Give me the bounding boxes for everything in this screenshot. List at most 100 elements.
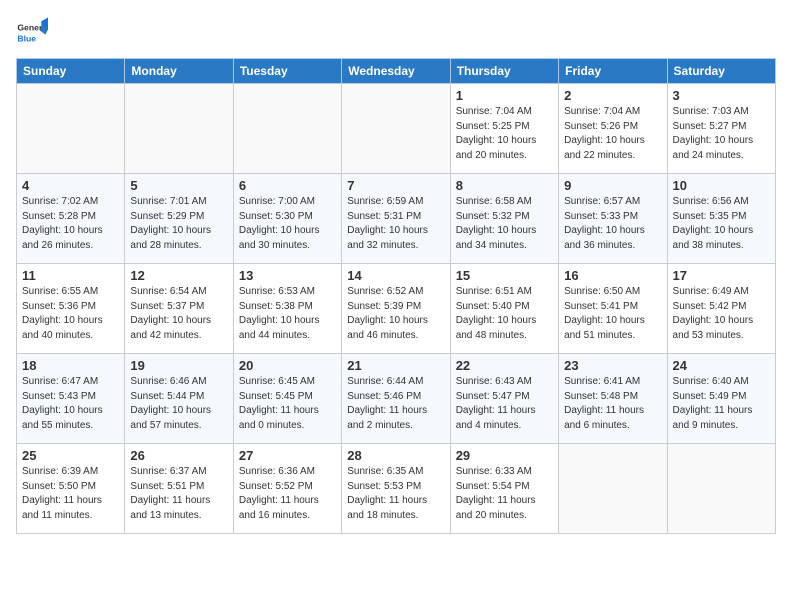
day-info: Sunrise: 7:01 AM Sunset: 5:29 PM Dayligh… <box>130 195 227 253</box>
calendar-cell <box>125 84 233 174</box>
calendar-cell: 25 Sunrise: 6:39 AM Sunset: 5:50 PM Dayli… <box>17 444 125 534</box>
header-row: SundayMondayTuesdayWednesdayThursdayFrid… <box>17 59 776 84</box>
day-number: 29 <box>456 448 553 463</box>
day-number: 12 <box>130 268 227 283</box>
day-info: Sunrise: 6:43 AM Sunset: 5:47 PM Dayligh… <box>456 375 553 433</box>
logo: General Blue <box>16 16 48 48</box>
calendar-cell: 18 Sunrise: 6:47 AM Sunset: 5:43 PM Dayli… <box>17 354 125 444</box>
day-number: 2 <box>564 88 661 103</box>
day-number: 5 <box>130 178 227 193</box>
calendar-cell: 26 Sunrise: 6:37 AM Sunset: 5:51 PM Dayli… <box>125 444 233 534</box>
calendar-cell: 12Sunrise: 6:54 AM Sunset: 5:37 PM Dayli… <box>125 264 233 354</box>
calendar-cell: 11 Sunrise: 6:55 AM Sunset: 5:36 PM Dayli… <box>17 264 125 354</box>
calendar-cell: 10 Sunrise: 6:56 AM Sunset: 5:35 PM Dayli… <box>667 174 775 264</box>
calendar-cell: 23 Sunrise: 6:41 AM Sunset: 5:48 PM Dayli… <box>559 354 667 444</box>
day-info: Sunrise: 7:00 AM Sunset: 5:30 PM Dayligh… <box>239 195 336 253</box>
day-info: Sunrise: 6:44 AM Sunset: 5:46 PM Dayligh… <box>347 375 444 433</box>
day-number: 7 <box>347 178 444 193</box>
calendar-cell: 8Sunrise: 6:58 AM Sunset: 5:32 PM Daylig… <box>450 174 558 264</box>
day-info: Sunrise: 6:56 AM Sunset: 5:35 PM Dayligh… <box>673 195 770 253</box>
calendar-week-row: 4 Sunrise: 7:02 AM Sunset: 5:28 PM Daylig… <box>17 174 776 264</box>
day-number: 15 <box>456 268 553 283</box>
day-info: Sunrise: 6:33 AM Sunset: 5:54 PM Dayligh… <box>456 465 553 523</box>
day-info: Sunrise: 6:58 AM Sunset: 5:32 PM Dayligh… <box>456 195 553 253</box>
svg-text:Blue: Blue <box>17 33 36 43</box>
day-info: Sunrise: 6:39 AM Sunset: 5:50 PM Dayligh… <box>22 465 119 523</box>
day-info: Sunrise: 6:51 AM Sunset: 5:40 PM Dayligh… <box>456 285 553 343</box>
day-number: 17 <box>673 268 770 283</box>
page: General Blue SundayMondayTuesdayWednesda… <box>0 0 792 542</box>
calendar-week-row: 18 Sunrise: 6:47 AM Sunset: 5:43 PM Dayli… <box>17 354 776 444</box>
day-info: Sunrise: 6:40 AM Sunset: 5:49 PM Dayligh… <box>673 375 770 433</box>
day-number: 6 <box>239 178 336 193</box>
day-info: Sunrise: 7:03 AM Sunset: 5:27 PM Dayligh… <box>673 105 770 163</box>
day-number: 25 <box>22 448 119 463</box>
day-number: 22 <box>456 358 553 373</box>
calendar-cell: 19Sunrise: 6:46 AM Sunset: 5:44 PM Dayli… <box>125 354 233 444</box>
day-info: Sunrise: 6:49 AM Sunset: 5:42 PM Dayligh… <box>673 285 770 343</box>
calendar-cell <box>342 84 450 174</box>
day-info: Sunrise: 6:35 AM Sunset: 5:53 PM Dayligh… <box>347 465 444 523</box>
calendar-cell: 24 Sunrise: 6:40 AM Sunset: 5:49 PM Dayli… <box>667 354 775 444</box>
day-info: Sunrise: 6:53 AM Sunset: 5:38 PM Dayligh… <box>239 285 336 343</box>
day-info: Sunrise: 6:55 AM Sunset: 5:36 PM Dayligh… <box>22 285 119 343</box>
day-info: Sunrise: 6:50 AM Sunset: 5:41 PM Dayligh… <box>564 285 661 343</box>
calendar-cell: 16 Sunrise: 6:50 AM Sunset: 5:41 PM Dayli… <box>559 264 667 354</box>
day-number: 1 <box>456 88 553 103</box>
day-info: Sunrise: 6:46 AM Sunset: 5:44 PM Dayligh… <box>130 375 227 433</box>
day-number: 9 <box>564 178 661 193</box>
day-info: Sunrise: 7:02 AM Sunset: 5:28 PM Dayligh… <box>22 195 119 253</box>
day-number: 3 <box>673 88 770 103</box>
day-info: Sunrise: 6:37 AM Sunset: 5:51 PM Dayligh… <box>130 465 227 523</box>
calendar-cell: 28 Sunrise: 6:35 AM Sunset: 5:53 PM Dayli… <box>342 444 450 534</box>
calendar-cell: 6 Sunrise: 7:00 AM Sunset: 5:30 PM Daylig… <box>233 174 341 264</box>
day-of-week-header: Tuesday <box>233 59 341 84</box>
calendar-cell: 5 Sunrise: 7:01 AM Sunset: 5:29 PM Daylig… <box>125 174 233 264</box>
day-number: 10 <box>673 178 770 193</box>
day-number: 4 <box>22 178 119 193</box>
calendar-cell: 27 Sunrise: 6:36 AM Sunset: 5:52 PM Dayli… <box>233 444 341 534</box>
calendar-cell: 4 Sunrise: 7:02 AM Sunset: 5:28 PM Daylig… <box>17 174 125 264</box>
calendar-cell: 22 Sunrise: 6:43 AM Sunset: 5:47 PM Dayli… <box>450 354 558 444</box>
calendar-cell: 14Sunrise: 6:52 AM Sunset: 5:39 PM Dayli… <box>342 264 450 354</box>
day-of-week-header: Sunday <box>17 59 125 84</box>
calendar-cell: 9 Sunrise: 6:57 AM Sunset: 5:33 PM Daylig… <box>559 174 667 264</box>
calendar-week-row: 1 Sunrise: 7:04 AM Sunset: 5:25 PM Daylig… <box>17 84 776 174</box>
day-number: 23 <box>564 358 661 373</box>
day-number: 13 <box>239 268 336 283</box>
day-number: 20 <box>239 358 336 373</box>
day-number: 27 <box>239 448 336 463</box>
calendar-cell <box>559 444 667 534</box>
day-info: Sunrise: 6:36 AM Sunset: 5:52 PM Dayligh… <box>239 465 336 523</box>
day-info: Sunrise: 7:04 AM Sunset: 5:25 PM Dayligh… <box>456 105 553 163</box>
calendar-cell <box>233 84 341 174</box>
calendar-cell: 2Sunrise: 7:04 AM Sunset: 5:26 PM Daylig… <box>559 84 667 174</box>
day-info: Sunrise: 6:59 AM Sunset: 5:31 PM Dayligh… <box>347 195 444 253</box>
day-number: 28 <box>347 448 444 463</box>
day-info: Sunrise: 6:57 AM Sunset: 5:33 PM Dayligh… <box>564 195 661 253</box>
day-info: Sunrise: 6:47 AM Sunset: 5:43 PM Dayligh… <box>22 375 119 433</box>
day-of-week-header: Wednesday <box>342 59 450 84</box>
logo-icon: General Blue <box>16 16 48 48</box>
day-number: 16 <box>564 268 661 283</box>
day-number: 26 <box>130 448 227 463</box>
calendar-cell: 15 Sunrise: 6:51 AM Sunset: 5:40 PM Dayli… <box>450 264 558 354</box>
day-number: 14 <box>347 268 444 283</box>
calendar-week-row: 25 Sunrise: 6:39 AM Sunset: 5:50 PM Dayli… <box>17 444 776 534</box>
day-number: 21 <box>347 358 444 373</box>
day-of-week-header: Monday <box>125 59 233 84</box>
calendar-cell: 13 Sunrise: 6:53 AM Sunset: 5:38 PM Dayli… <box>233 264 341 354</box>
day-of-week-header: Thursday <box>450 59 558 84</box>
calendar-cell: 21 Sunrise: 6:44 AM Sunset: 5:46 PM Dayli… <box>342 354 450 444</box>
day-number: 18 <box>22 358 119 373</box>
calendar-table: SundayMondayTuesdayWednesdayThursdayFrid… <box>16 58 776 534</box>
day-number: 24 <box>673 358 770 373</box>
calendar-cell: 3 Sunrise: 7:03 AM Sunset: 5:27 PM Daylig… <box>667 84 775 174</box>
calendar-cell: 17 Sunrise: 6:49 AM Sunset: 5:42 PM Dayli… <box>667 264 775 354</box>
calendar-cell: 20Sunrise: 6:45 AM Sunset: 5:45 PM Dayli… <box>233 354 341 444</box>
calendar-cell <box>667 444 775 534</box>
header: General Blue <box>16 16 776 48</box>
day-info: Sunrise: 6:41 AM Sunset: 5:48 PM Dayligh… <box>564 375 661 433</box>
day-number: 11 <box>22 268 119 283</box>
calendar-cell <box>17 84 125 174</box>
